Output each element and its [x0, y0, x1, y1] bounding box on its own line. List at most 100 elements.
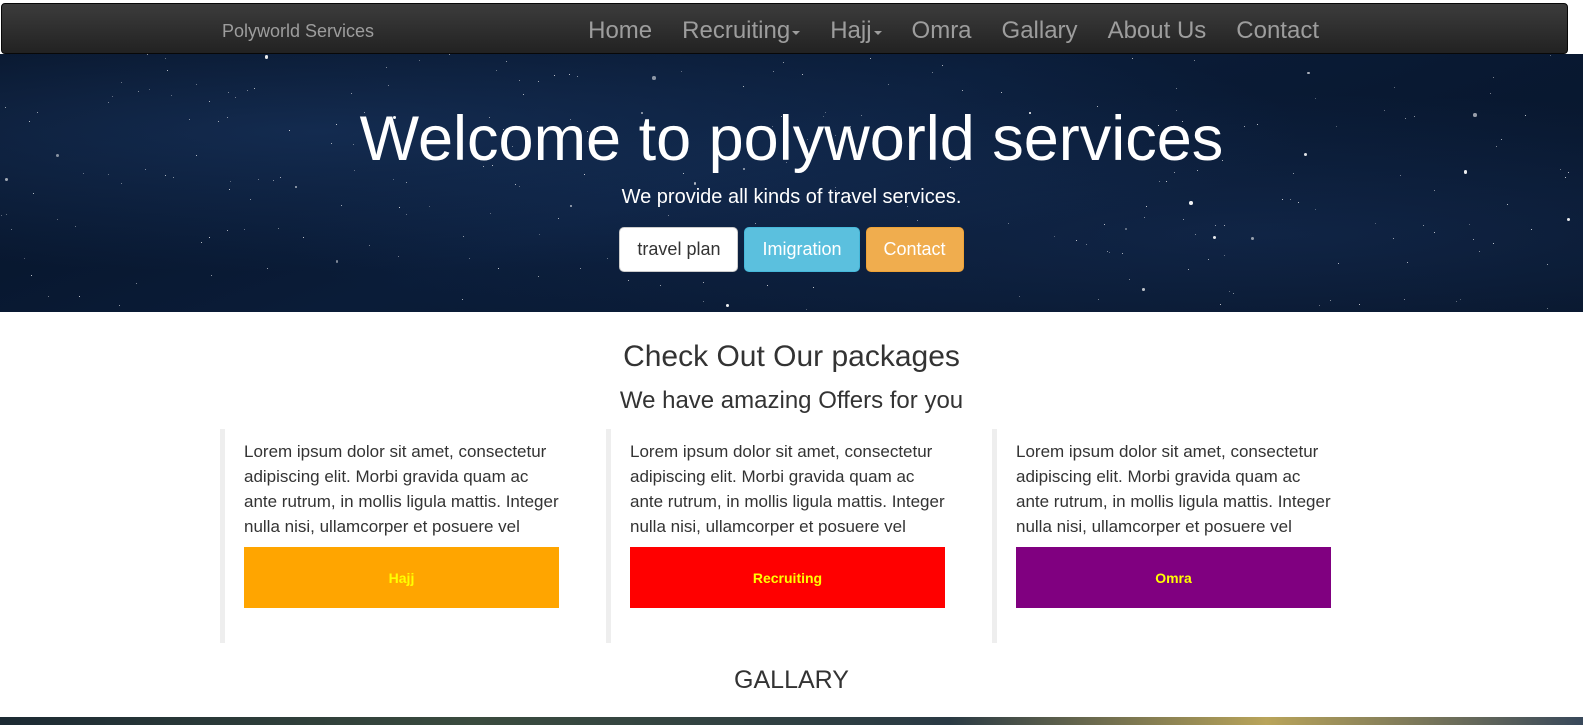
star — [496, 69, 498, 71]
nav-item-hajj[interactable]: Hajj — [815, 16, 896, 46]
contact-button[interactable]: Contact — [865, 227, 964, 272]
star — [490, 212, 492, 214]
star — [1549, 55, 1551, 57]
gallary-image-strip — [0, 717, 1583, 725]
star — [121, 182, 123, 184]
star — [538, 81, 540, 83]
star — [1567, 217, 1571, 221]
star — [538, 276, 540, 278]
star — [227, 91, 229, 93]
star — [406, 213, 408, 215]
star — [703, 300, 705, 302]
star — [418, 60, 420, 62]
star — [660, 284, 662, 286]
star — [668, 214, 670, 216]
star — [767, 284, 769, 286]
star — [812, 287, 814, 289]
star — [253, 88, 255, 90]
star — [1399, 175, 1401, 177]
star — [172, 177, 174, 179]
nav-item-label: Omra — [911, 17, 972, 44]
package-card-hajj: Lorem ipsum dolor sit amet, consectetur … — [220, 429, 575, 643]
star — [702, 281, 704, 283]
star — [264, 54, 269, 59]
nav-item-label: Gallary — [1001, 17, 1078, 44]
star — [1220, 303, 1222, 305]
nav-item-omra[interactable]: Omra — [897, 16, 987, 46]
star — [1215, 225, 1217, 227]
star — [258, 179, 260, 181]
star — [1223, 224, 1225, 226]
nav-item-gallary[interactable]: Gallary — [987, 16, 1093, 46]
star — [869, 58, 871, 60]
star — [506, 61, 508, 63]
star — [1455, 301, 1457, 303]
recruiting-package-button[interactable]: Recruiting — [630, 547, 945, 608]
nav-item-label: About Us — [1107, 17, 1207, 44]
star — [1141, 288, 1145, 292]
nav-menu: Home Recruiting Hajj Omra Gallary About … — [573, 16, 1334, 46]
star — [1394, 87, 1396, 89]
packages-title: Check Out Our packages — [623, 340, 960, 373]
star — [1143, 217, 1145, 219]
nav-item-label: Home — [588, 17, 653, 44]
package-description: Lorem ipsum dolor sit amet, consectetur … — [244, 442, 559, 536]
star — [1233, 292, 1235, 294]
star — [523, 93, 524, 95]
star — [887, 83, 889, 85]
nav-item-label: Recruiting — [682, 17, 791, 44]
travel-plan-button[interactable]: travel plan — [619, 227, 739, 272]
star — [627, 279, 629, 281]
star — [147, 54, 149, 56]
star — [1564, 177, 1566, 179]
star — [1165, 180, 1167, 182]
nav-item-home[interactable]: Home — [573, 16, 667, 46]
star — [1314, 97, 1316, 99]
star — [406, 182, 408, 184]
star — [1159, 180, 1161, 182]
star — [449, 54, 451, 55]
star — [5, 213, 7, 215]
star — [1492, 77, 1494, 79]
star — [1129, 278, 1131, 280]
star — [554, 74, 556, 76]
star — [120, 82, 122, 84]
star — [1469, 223, 1471, 225]
navbar-brand[interactable]: Polyworld Services — [222, 21, 374, 42]
star — [1183, 219, 1185, 221]
star — [137, 90, 139, 92]
star — [57, 218, 59, 220]
star — [235, 97, 237, 99]
star — [148, 88, 150, 90]
star — [1489, 92, 1491, 94]
star — [773, 70, 774, 72]
star — [1176, 88, 1178, 89]
star — [558, 218, 560, 220]
imigration-button[interactable]: Imigration — [744, 227, 860, 272]
hero-buttons: travel plan Imigration Contact — [0, 227, 1583, 272]
star — [119, 304, 121, 306]
star — [1375, 222, 1377, 224]
nav-item-about-us[interactable]: About Us — [1093, 16, 1222, 46]
nav-item-contact[interactable]: Contact — [1221, 16, 1334, 46]
star — [754, 223, 756, 225]
navbar: Polyworld Services Home Recruiting Hajj … — [1, 3, 1568, 54]
star — [693, 181, 697, 185]
star — [725, 303, 730, 307]
star — [351, 93, 353, 95]
star — [941, 65, 943, 67]
star — [961, 90, 963, 92]
nav-item-label: Hajj — [830, 17, 872, 44]
omra-package-button[interactable]: Omra — [1016, 547, 1331, 608]
star — [1131, 58, 1133, 60]
star — [388, 85, 390, 87]
star — [392, 178, 394, 180]
star — [209, 100, 211, 102]
gallary-title: GALLARY — [734, 666, 849, 694]
hajj-package-button[interactable]: Hajj — [244, 547, 559, 608]
star — [272, 180, 274, 182]
star — [170, 94, 172, 96]
nav-item-recruiting[interactable]: Recruiting — [667, 16, 815, 46]
star — [1008, 222, 1010, 224]
star — [1307, 71, 1310, 74]
